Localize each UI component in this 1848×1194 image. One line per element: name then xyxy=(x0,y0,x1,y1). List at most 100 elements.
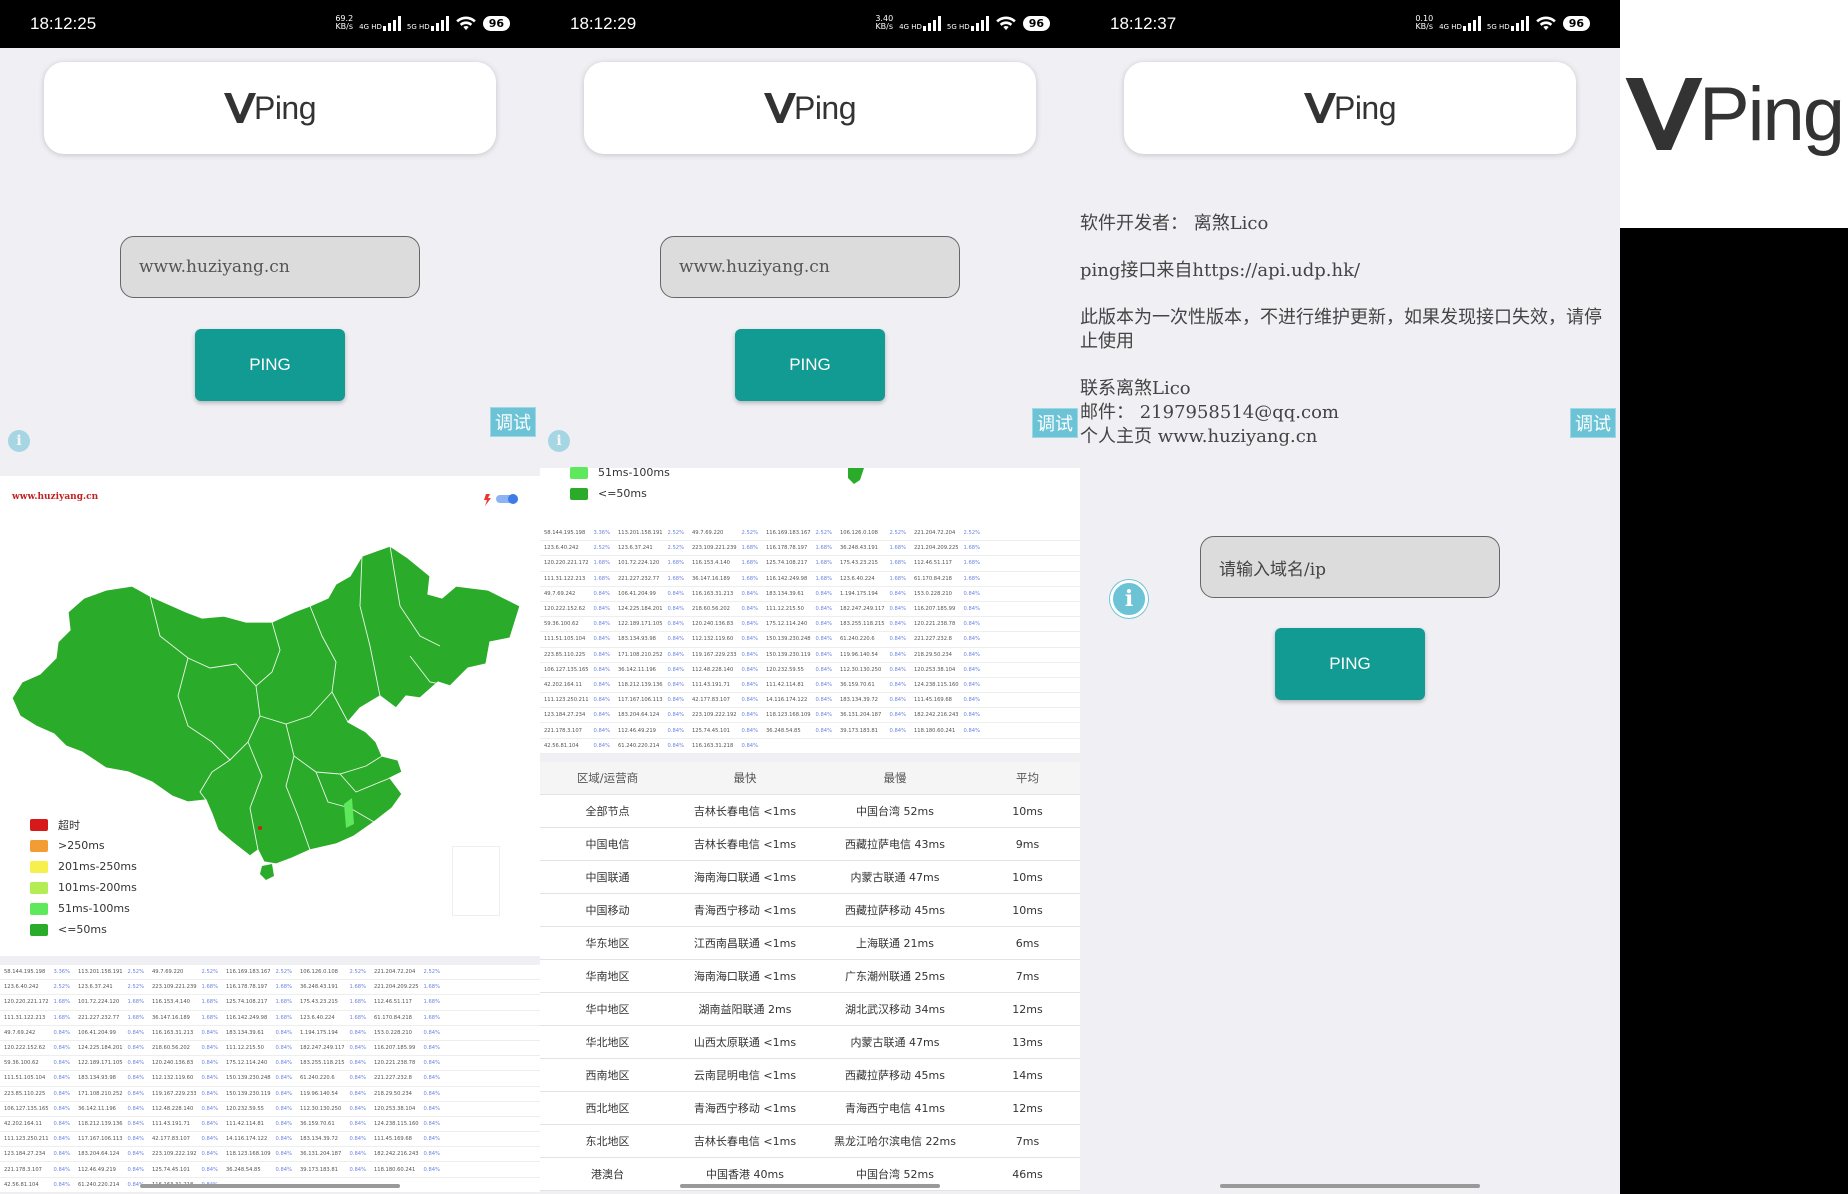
ip-percent: 0.84% xyxy=(53,1166,70,1173)
ip-row: 111.123.250.211 0.84% 117.167.106.113 0.84%… xyxy=(0,1132,540,1148)
ip-percent: 0.84% xyxy=(815,636,832,643)
ip-cell: 111.123.250.211 0.84% xyxy=(0,1136,74,1142)
region-cell: 中国台湾 52ms xyxy=(856,805,934,818)
ip-cell: 223.109.221.239 1.68% xyxy=(148,984,222,990)
ip-cell: 116.169.183.167 2.52% xyxy=(222,969,296,975)
ip-address: 124.225.184.201 xyxy=(618,606,663,613)
ip-address: 49.7.69.220 xyxy=(152,969,184,976)
ip-cell: 106.41.204.99 0.84% xyxy=(74,1030,148,1036)
info-icon[interactable]: i xyxy=(548,430,570,452)
ip-percent: 0.84% xyxy=(889,621,906,628)
ip-cell: 111.42.114.81 0.84% xyxy=(762,682,836,688)
ip-percent: 0.84% xyxy=(423,1029,440,1036)
about-homepage[interactable]: 个人主页 www.huziyang.cn xyxy=(1080,425,1610,449)
ip-cell: 61.240.220.214 0.84% xyxy=(74,1182,148,1188)
ip-percent: 0.84% xyxy=(593,727,610,734)
china-ping-map: www.huziyang.cn 超时 >250ms 201ms-250ms 10… xyxy=(0,476,540,956)
status-bar: 18:12:29 3.40 KB/s 4G HD 5G HD 96 xyxy=(540,0,1080,48)
ip-percent: 1.68% xyxy=(815,560,832,567)
ip-cell: 182.247.249.117 0.84% xyxy=(836,606,910,612)
ip-percent: 1.68% xyxy=(963,575,980,582)
ip-percent: 0.84% xyxy=(53,1181,70,1188)
ip-percent: 0.84% xyxy=(275,1120,292,1127)
ip-percent: 0.84% xyxy=(127,1090,144,1097)
ip-cell: 101.72.224.120 1.68% xyxy=(74,999,148,1005)
ip-percent: 0.84% xyxy=(201,1120,218,1127)
ip-percent: 0.84% xyxy=(963,651,980,658)
ip-cell: 36.248.54.85 0.84% xyxy=(762,728,836,734)
ip-address: 111.42.114.81 xyxy=(226,1120,264,1127)
region-row: 西南地区 云南昆明电信 <1ms 西藏拉萨移动 45ms 14ms xyxy=(540,1059,1080,1092)
ip-address: 223.109.222.192 xyxy=(692,712,737,719)
about-api: ping接口来自https://api.udp.hk/ xyxy=(1080,260,1361,281)
ip-percent: 0.84% xyxy=(53,1136,70,1143)
ip-percent: 0.84% xyxy=(423,1136,440,1143)
toggle-icon[interactable] xyxy=(484,492,520,506)
ip-percent: 0.84% xyxy=(423,1090,440,1097)
ip-address: 112.46.49.219 xyxy=(78,1166,116,1173)
ip-cell: 49.7.69.242 0.84% xyxy=(540,591,614,597)
ip-cell: 113.201.158.191 2.52% xyxy=(74,969,148,975)
ip-percent: 0.84% xyxy=(593,712,610,719)
ip-cell: 223.109.222.192 0.84% xyxy=(688,712,762,718)
ip-cell: 42.177.83.107 0.84% xyxy=(688,697,762,703)
ip-row: 42.202.164.11 0.84% 118.212.139.136 0.84% 11… xyxy=(0,1117,540,1133)
debug-button[interactable]: 调试 xyxy=(1032,408,1078,438)
info-icon[interactable]: i xyxy=(8,430,30,452)
ip-address: 123.184.27.234 xyxy=(4,1151,46,1158)
info-icon[interactable]: i xyxy=(1110,580,1148,618)
ip-percent: 0.84% xyxy=(275,1090,292,1097)
ip-address: 120.232.59.55 xyxy=(226,1105,264,1112)
host-input[interactable]: www.huziyang.cn xyxy=(660,236,960,298)
region-cell: 华北地区 xyxy=(585,1036,630,1049)
debug-button[interactable]: 调试 xyxy=(490,407,536,437)
legend-label: <=50ms xyxy=(58,923,107,936)
ip-address: 218.29.50.234 xyxy=(914,651,952,658)
ip-percent: 0.84% xyxy=(667,590,684,597)
ip-cell: 175.12.114.240 0.84% xyxy=(222,1060,296,1066)
ip-cell: 14.116.174.122 0.84% xyxy=(222,1136,296,1142)
ip-address: 221.227.232.8 xyxy=(914,636,952,643)
ip-address: 14.116.174.122 xyxy=(226,1136,268,1143)
ip-cell: 118.212.139.136 0.84% xyxy=(74,1121,148,1127)
ip-table: 58.144.195.198 3.36% 113.201.158.191 2.52% 4… xyxy=(0,965,540,1193)
ip-percent: 0.84% xyxy=(127,1045,144,1052)
about-notice: 此版本为一次性版本，不进行维护更新，如果发现接口失效，请停止使用 xyxy=(1080,307,1602,352)
ip-address: 221.204.209.225 xyxy=(914,545,959,552)
region-cell: 华南地区 xyxy=(585,970,630,983)
region-table: 区域/运营商 最快 最慢 平均 全部节点 吉林长春电信 <1ms 中国台湾 52ms 10ms… xyxy=(540,762,1080,1191)
host-input[interactable]: www.huziyang.cn xyxy=(120,236,420,298)
ip-address: 182.242.216.243 xyxy=(374,1151,419,1158)
ip-cell: 223.85.110.225 0.84% xyxy=(540,652,614,658)
net-speed: 3.40 KB/s xyxy=(875,14,894,31)
host-input[interactable]: 请输入域名/ip xyxy=(1200,536,1500,598)
ip-cell: 123.6.40.224 1.68% xyxy=(296,1015,370,1021)
ip-address: 116.178.78.197 xyxy=(226,984,268,991)
ping-button[interactable]: PING xyxy=(735,329,885,401)
map-legend-partial: 51ms-100ms <=50ms xyxy=(540,466,1080,526)
ip-percent: 0.84% xyxy=(349,1045,366,1052)
ip-address: 112.46.51.117 xyxy=(374,999,412,1006)
ip-cell: 112.132.119.60 0.84% xyxy=(688,636,762,642)
ping-button[interactable]: PING xyxy=(195,329,345,401)
ip-percent: 3.36% xyxy=(53,969,70,976)
status-icons: 3.40 KB/s 4G HD 5G HD 96 xyxy=(875,15,1050,31)
legend-label: 51ms-100ms xyxy=(58,902,130,915)
ip-address: 58.144.195.198 xyxy=(544,530,586,537)
ip-address: 123.6.40.242 xyxy=(544,545,579,552)
about-email[interactable]: 邮件： 2197958514@qq.com xyxy=(1080,401,1610,425)
ip-cell: 101.72.224.120 1.68% xyxy=(614,560,688,566)
ip-cell: 36.147.16.189 1.68% xyxy=(148,1015,222,1021)
ip-percent: 0.84% xyxy=(741,606,758,613)
region-row: 中国联通 海南海口联通 <1ms 内蒙古联通 47ms 10ms xyxy=(540,861,1080,894)
ip-percent: 0.84% xyxy=(349,1060,366,1067)
region-cell: 10ms xyxy=(1012,870,1043,884)
ip-percent: 0.84% xyxy=(349,1090,366,1097)
ip-percent: 0.84% xyxy=(741,666,758,673)
stage: 18:12:25 69.2 KB/s 4G HD 5G HD 96 Ping ww… xyxy=(0,0,1848,1194)
ip-cell: 123.184.27.234 0.84% xyxy=(0,1151,74,1157)
ip-cell: 120.221.238.78 0.84% xyxy=(370,1060,444,1066)
ping-button[interactable]: PING xyxy=(1275,628,1425,700)
ip-address: 223.85.110.225 xyxy=(4,1090,46,1097)
ip-address: 118.180.60.241 xyxy=(914,727,956,734)
